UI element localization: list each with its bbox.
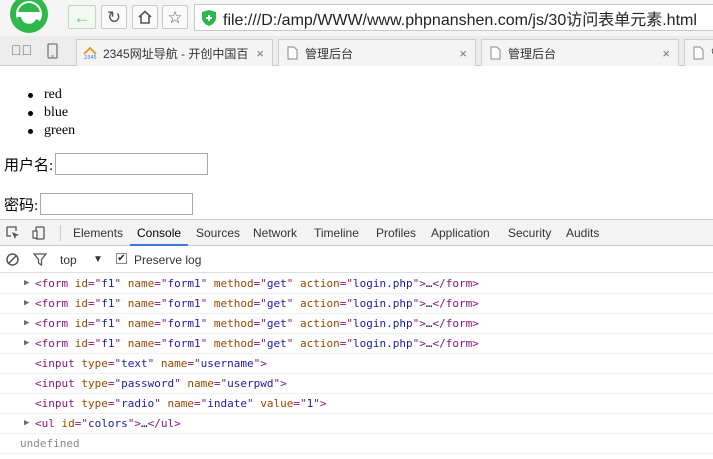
tab-elements[interactable]: Elements: [73, 220, 123, 246]
username-input[interactable]: [55, 153, 209, 175]
expand-triangle-icon[interactable]: ▶: [24, 294, 29, 313]
console-toolbar: top ▼ ✔ Preserve log: [0, 247, 713, 273]
home-button[interactable]: [132, 5, 158, 29]
tab-profiles[interactable]: Profiles: [376, 220, 416, 246]
tab-label: 管理后台: [305, 46, 354, 61]
console-output: ▶ <form id="f1" name="form1" method="get"…: [0, 274, 713, 454]
tab-audits[interactable]: Audits: [566, 220, 599, 246]
console-line-input-text[interactable]: <input type="text" name="username">: [0, 354, 713, 374]
close-icon[interactable]: ×: [459, 46, 467, 61]
tab-admin-2[interactable]: 管理后台 ×: [481, 39, 679, 66]
context-select[interactable]: top: [60, 253, 77, 267]
arrow-left-icon: ←: [73, 7, 91, 27]
expand-triangle-icon[interactable]: ▶: [24, 334, 29, 353]
home-icon: [138, 10, 152, 24]
console-result: undefined: [0, 434, 713, 454]
tab-strip: ⊳⃒ 2345 2345网址导航 - 开创中国百 × 管理后台 × 管理后台 ×…: [0, 36, 713, 66]
close-icon[interactable]: ×: [662, 46, 670, 61]
console-line-form[interactable]: ▶ <form id="f1" name="form1" method="get"…: [0, 314, 713, 334]
star-icon: ☆: [167, 7, 183, 27]
address-bar[interactable]: file:///D:/amp/WWW/www.phpnanshen.com/js…: [194, 4, 713, 31]
username-label: 用户名:: [4, 157, 54, 174]
console-line-input-radio[interactable]: <input type="radio" name="indate" value=…: [0, 394, 713, 414]
devtools-panel: Elements Console Sources Network Timelin…: [0, 219, 713, 459]
reload-button[interactable]: ↻: [101, 5, 127, 29]
console-line-input-password[interactable]: <input type="password" name="userpwd">: [0, 374, 713, 394]
bookmark-button[interactable]: ☆: [162, 5, 188, 29]
filter-icon[interactable]: [33, 253, 47, 266]
inspect-icon[interactable]: [6, 226, 20, 240]
divider: [60, 225, 61, 241]
tab-sources[interactable]: Sources: [196, 220, 240, 246]
password-row: 密码:: [4, 193, 194, 215]
list-item: blue: [27, 104, 75, 122]
site-2345-icon: 2345: [83, 46, 97, 60]
browser-toolbar: ← ↻ ☆ file:///D:/amp/WWW/www.phpnanshen.…: [0, 0, 713, 36]
url-text[interactable]: file:///D:/amp/WWW/www.phpnanshen.com/js…: [223, 6, 697, 30]
sidebar-toggle-icon[interactable]: ⊳⃒: [11, 42, 32, 58]
mobile-icon[interactable]: [47, 43, 58, 59]
close-icon[interactable]: ×: [256, 46, 264, 61]
page-icon: [693, 46, 704, 60]
password-label: 密码:: [4, 197, 39, 214]
tab-application[interactable]: Application: [431, 220, 490, 246]
tab-security[interactable]: Security: [508, 220, 551, 246]
back-button[interactable]: ←: [68, 5, 96, 29]
list-item: green: [27, 123, 76, 138]
preserve-log-checkbox[interactable]: ✔: [116, 253, 127, 264]
console-line-form[interactable]: ▶ <form id="f1" name="form1" method="get"…: [0, 334, 713, 354]
device-toolbar-icon[interactable]: [32, 226, 46, 240]
browser-logo-icon[interactable]: [6, 0, 52, 36]
console-line-ul[interactable]: ▶ <ul id="colors">…</ul>: [0, 414, 713, 434]
console-line-form[interactable]: ▶ <form id="f1" name="form1" method="get"…: [0, 274, 713, 294]
tab-label: 2345网址导航 - 开创中国百: [103, 46, 249, 61]
preserve-log-label: Preserve log: [134, 253, 202, 267]
tab-console[interactable]: Console: [130, 220, 189, 246]
page-icon: [287, 46, 298, 60]
colors-list: red blue green: [27, 86, 76, 140]
clear-console-icon[interactable]: [6, 253, 19, 266]
devtools-tabs: Elements Console Sources Network Timelin…: [0, 220, 713, 246]
tab-label: 管理后台: [508, 46, 557, 61]
expand-triangle-icon[interactable]: ▶: [24, 414, 29, 433]
username-row: 用户名:: [4, 153, 209, 175]
page-icon: [490, 46, 501, 60]
page-content: red blue green 用户名: 密码:: [0, 66, 713, 219]
tab-admin-3[interactable]: 管: [684, 39, 713, 66]
tab-admin-1[interactable]: 管理后台 ×: [278, 39, 476, 66]
console-line-form[interactable]: ▶ <form id="f1" name="form1" method="get"…: [0, 294, 713, 314]
shield-icon: [202, 9, 216, 26]
reload-icon: ↻: [106, 7, 122, 27]
chevron-down-icon[interactable]: ▼: [93, 254, 103, 265]
tab-2345[interactable]: 2345 2345网址导航 - 开创中国百 ×: [76, 39, 273, 66]
list-item: red: [27, 86, 75, 104]
expand-triangle-icon[interactable]: ▶: [24, 274, 29, 293]
tab-network[interactable]: Network: [253, 220, 297, 246]
svg-text:2345: 2345: [84, 55, 97, 60]
expand-triangle-icon[interactable]: ▶: [24, 314, 29, 333]
password-input[interactable]: [40, 193, 194, 215]
tab-timeline[interactable]: Timeline: [314, 220, 359, 246]
